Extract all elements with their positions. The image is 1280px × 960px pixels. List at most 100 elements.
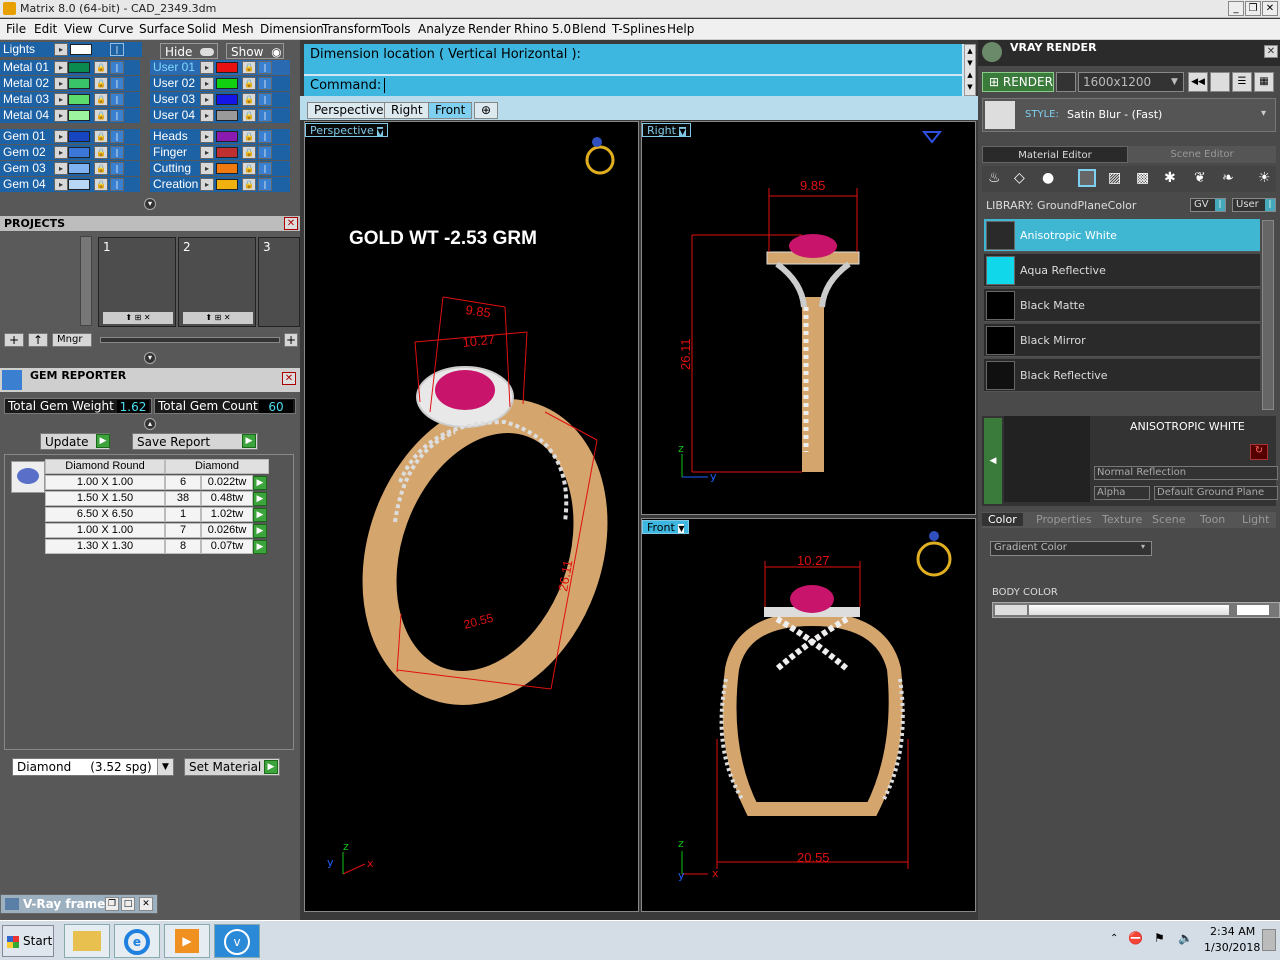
show-desktop-button[interactable]	[1262, 929, 1276, 951]
volume-icon[interactable]: 🔈	[1178, 931, 1193, 945]
list-icon[interactable]: ☰	[1232, 72, 1252, 92]
lock-icon[interactable]: 🔒	[94, 162, 108, 175]
expand-icon[interactable]: ▸	[200, 109, 214, 122]
collapse-icon[interactable]: ▾	[144, 198, 156, 210]
lock-icon[interactable]: 🔒	[94, 77, 108, 90]
visibility-icon[interactable]: |	[258, 77, 272, 90]
reflection-select[interactable]: Normal Reflection	[1094, 466, 1278, 480]
expand-icon[interactable]: ▸	[54, 109, 68, 122]
lock-icon[interactable]: 🔒	[242, 178, 256, 191]
vray-frame-max-icon[interactable]: □	[121, 897, 135, 911]
expand-icon[interactable]: ▸	[54, 77, 68, 90]
layer-color-swatch[interactable]	[216, 94, 238, 105]
visibility-icon[interactable]: |	[110, 93, 124, 106]
close-button[interactable]: ✕	[1262, 1, 1278, 16]
layer-color-swatch[interactable]	[216, 163, 238, 174]
layer-color-swatch[interactable]	[68, 147, 90, 158]
layer-row-creation[interactable]: Creation ▸ 🔒 |	[150, 177, 290, 192]
gv-toggle[interactable]: GV |	[1190, 198, 1226, 212]
action-center-icon[interactable]: ⚑	[1154, 931, 1165, 945]
command-line[interactable]: Command:	[304, 76, 962, 96]
layer-color-swatch[interactable]	[216, 131, 238, 142]
explorer-icon[interactable]	[64, 924, 110, 958]
visibility-icon[interactable]: |	[110, 162, 124, 175]
lock-icon[interactable]: 🔒	[242, 61, 256, 74]
lock-icon[interactable]: 🔒	[242, 146, 256, 159]
layer-row-gem-01[interactable]: Gem 01 ▸ 🔒 |	[0, 129, 140, 144]
lock-icon[interactable]: 🔒	[242, 162, 256, 175]
layer-color-swatch[interactable]	[216, 179, 238, 190]
vray-frame-window[interactable]: V-Ray frame... ❐ □ ✕	[0, 894, 158, 914]
right-viewport[interactable]: Right ▼ 9.85 26.11 zy	[641, 121, 976, 515]
hide-button[interactable]: Hide	[160, 43, 218, 59]
projects-scrollbar[interactable]	[80, 236, 92, 326]
lights-swatch[interactable]	[70, 44, 92, 55]
start-button[interactable]: Start	[2, 925, 54, 957]
gem-icon[interactable]: ◇	[1014, 170, 1025, 186]
render-mode-icon[interactable]	[1056, 72, 1076, 92]
prop-tab-light[interactable]: Light	[1236, 513, 1275, 526]
visibility-icon[interactable]: |	[258, 109, 272, 122]
gem-row-go-icon[interactable]: ▶	[253, 476, 267, 490]
lock-icon[interactable]: 🔒	[242, 77, 256, 90]
projects-close-icon[interactable]: ✕	[284, 217, 298, 230]
expand-icon[interactable]: ▸	[200, 130, 214, 143]
texture-icon[interactable]: ▨	[1108, 170, 1121, 186]
expand-icon[interactable]: ▸	[200, 93, 214, 106]
rewind-icon[interactable]: ◀◀	[1188, 72, 1208, 92]
prop-tab-toon[interactable]: Toon	[1194, 513, 1231, 526]
menu-file[interactable]: File	[6, 22, 26, 36]
resolution-select[interactable]: 1600x1200 ▼	[1078, 72, 1184, 92]
prop-tab-color[interactable]: Color	[982, 513, 1023, 526]
lock-icon[interactable]: 🔒	[242, 93, 256, 106]
expand-icon[interactable]: ▸	[200, 146, 214, 159]
expand-icon[interactable]: ▸	[54, 178, 68, 191]
layer-color-swatch[interactable]	[68, 94, 90, 105]
project-slot-2[interactable]: 2 ⬆ ⊞ ✕	[178, 237, 256, 327]
add-tab-button[interactable]: ⊕	[474, 102, 499, 119]
menu-blend[interactable]: Blend	[572, 22, 606, 36]
material-list-scrollbar[interactable]	[1262, 220, 1274, 410]
sphere-icon[interactable]: ●	[1042, 170, 1054, 186]
visibility-icon[interactable]: |	[258, 162, 272, 175]
tab-right[interactable]: Right	[384, 102, 430, 119]
tab-scene-editor[interactable]: Scene Editor	[1128, 146, 1276, 163]
update-go-icon[interactable]: ▶	[96, 434, 110, 448]
visibility-icon[interactable]: |	[110, 130, 124, 143]
expand-icon[interactable]: ▸	[200, 77, 214, 90]
expand-icon[interactable]: ▸	[54, 130, 68, 143]
layer-row-heads[interactable]: Heads ▸ 🔒 |	[150, 129, 290, 144]
tab-material-editor[interactable]: Material Editor	[982, 146, 1128, 163]
tab-perspective[interactable]: Perspective	[307, 102, 391, 119]
expand-icon[interactable]: ▸	[200, 178, 214, 191]
visibility-icon[interactable]: |	[110, 146, 124, 159]
visibility-icon[interactable]: |	[258, 93, 272, 106]
save-report-button[interactable]: Save Report	[132, 433, 258, 450]
prop-tab-scene[interactable]: Scene	[1146, 513, 1192, 526]
layer-row-gem-04[interactable]: Gem 04 ▸ 🔒 |	[0, 177, 140, 192]
gem-row-go-icon[interactable]: ▶	[253, 540, 267, 554]
material-item[interactable]: Aqua Reflective	[984, 254, 1260, 287]
layer-row-user-04[interactable]: User 04 ▸ 🔒 |	[150, 108, 290, 123]
collapse-icon-2[interactable]: ▾	[144, 352, 156, 364]
prop-tab-properties[interactable]: Properties	[1030, 513, 1098, 526]
maximize-button[interactable]: ❐	[1245, 1, 1261, 16]
layer-color-swatch[interactable]	[68, 78, 90, 89]
vray-frame-restore-icon[interactable]: ❐	[105, 897, 119, 911]
menu-mesh[interactable]: Mesh	[222, 22, 254, 36]
command-scrollbar[interactable]: ▲ ▼ ▲ ▼	[964, 44, 976, 96]
layer-color-swatch[interactable]	[216, 147, 238, 158]
layer-color-swatch[interactable]	[216, 62, 238, 73]
drop-icon[interactable]: ♨	[988, 170, 1001, 186]
expand-icon[interactable]: ▸	[54, 162, 68, 175]
menu-help[interactable]: Help	[667, 22, 694, 36]
collapse-icon-3[interactable]: ▴	[144, 418, 156, 430]
visibility-icon[interactable]: |	[258, 146, 272, 159]
leaf-icon[interactable]: ❦	[1194, 170, 1206, 186]
reset-icon[interactable]: ↻	[1250, 444, 1268, 460]
front-viewport[interactable]: Front ▼ 10.27 20.55 zyx	[641, 518, 976, 912]
layer-color-swatch[interactable]	[68, 179, 90, 190]
bulb-icon[interactable]: |	[110, 43, 124, 56]
material-item[interactable]: Black Mirror	[984, 324, 1260, 357]
menu-solid[interactable]: Solid	[187, 22, 216, 36]
